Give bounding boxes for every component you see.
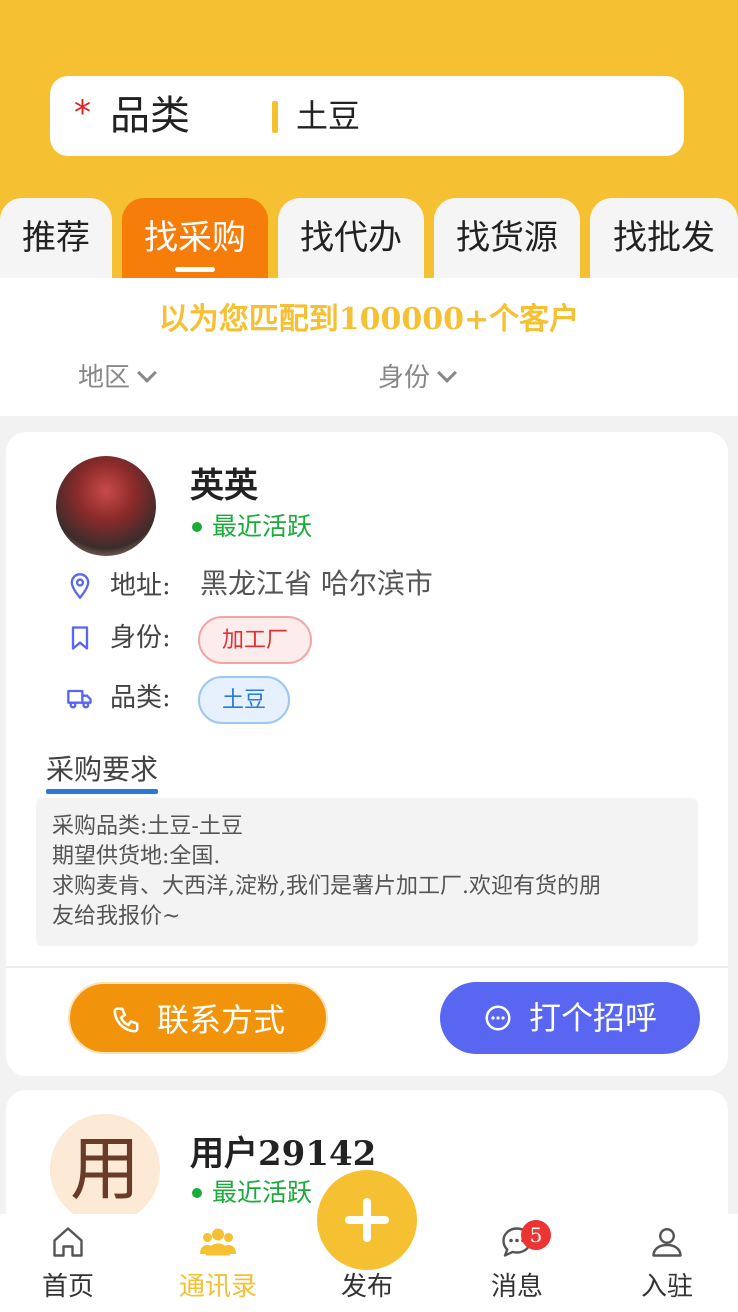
- status-dot-icon: [192, 1188, 202, 1198]
- requirement-line: 采购品类:土豆-土豆: [52, 814, 243, 839]
- requirement-title: 采购要求: [46, 752, 159, 794]
- nav-label: 消息: [490, 1272, 543, 1302]
- status-text: 最近活跃: [212, 512, 313, 541]
- contact-button[interactable]: 联系方式: [68, 982, 328, 1054]
- category-search-box[interactable]: * 品类 土豆: [50, 76, 684, 156]
- buyer-name: 英英: [190, 466, 258, 506]
- region-filter-label: 地区: [78, 363, 131, 393]
- greet-button[interactable]: 打个招呼: [440, 982, 700, 1054]
- nav-contacts[interactable]: 通讯录: [158, 1214, 278, 1312]
- buyer-name: 用户29142: [190, 1134, 377, 1174]
- category-value[interactable]: 土豆: [296, 98, 360, 134]
- nav-home[interactable]: 首页: [8, 1214, 128, 1312]
- nav-join[interactable]: 入驻: [607, 1214, 727, 1312]
- tab-recommend[interactable]: 推荐: [0, 198, 112, 278]
- identity-filter-label: 身份: [378, 363, 431, 393]
- nav-messages[interactable]: 5 消息: [457, 1214, 577, 1312]
- status-dot-icon: [192, 522, 202, 532]
- required-mark: *: [74, 93, 91, 133]
- truck-icon: [67, 689, 92, 709]
- tab-find-supply[interactable]: 找货源: [434, 198, 580, 278]
- requirement-title-text: 采购要求: [46, 753, 159, 786]
- chevron-down-icon: [137, 363, 157, 383]
- chat-bubble-icon: [485, 1005, 511, 1030]
- requirement-box: 采购品类:土豆-土豆 期望供货地:全国. 求购麦肯、大西洋,淀粉,我们是薯片加工…: [36, 798, 698, 946]
- tab-label: 找批发: [613, 218, 715, 258]
- category-label: 品类: [110, 93, 190, 139]
- nav-label: 入驻: [640, 1272, 693, 1302]
- identity-label: 身份:: [110, 623, 171, 653]
- bookmark-icon: [71, 626, 89, 650]
- nav-label: 首页: [41, 1272, 94, 1302]
- category-tabs: 推荐 找采购 找代办 找货源 找批发: [0, 198, 738, 278]
- buyer-card[interactable]: 英英 最近活跃 地址: 黑龙江省 哈尔滨市 身份: 加工厂 品类: 土豆 采购要…: [6, 432, 728, 1076]
- chevron-down-icon: [437, 363, 457, 383]
- nav-label: 通讯录: [178, 1272, 257, 1302]
- activity-status: 最近活跃: [192, 512, 312, 542]
- tab-label: 推荐: [22, 218, 90, 258]
- avatar: 用: [50, 1114, 160, 1224]
- nav-label: 发布: [340, 1272, 393, 1302]
- identity-tag: 加工厂: [198, 616, 312, 664]
- category-label: 品类:: [110, 683, 171, 713]
- address-label: 地址:: [110, 571, 171, 601]
- category-tag: 土豆: [198, 676, 290, 724]
- activity-status: 最近活跃: [192, 1178, 312, 1208]
- user-icon: [652, 1228, 682, 1257]
- requirement-line: 友给我报价~: [52, 904, 181, 929]
- phone-icon: [113, 1007, 139, 1032]
- requirement-line: 求购麦肯、大西洋,淀粉,我们是薯片加工厂.欢迎有货的朋: [52, 874, 601, 899]
- contacts-icon: [200, 1228, 236, 1256]
- tab-find-agent[interactable]: 找代办: [278, 198, 424, 278]
- status-text: 最近活跃: [212, 1178, 313, 1207]
- tab-label: 找采购: [144, 218, 246, 258]
- greet-button-label: 打个招呼: [528, 999, 657, 1037]
- tab-find-purchase[interactable]: 找采购: [122, 198, 268, 278]
- requirement-title-underline: [46, 789, 158, 794]
- filter-area: 以为您匹配到100000+个客户 地区 身份: [0, 278, 738, 416]
- unread-badge: 5: [521, 1220, 551, 1250]
- tab-find-wholesale[interactable]: 找批发: [590, 198, 738, 278]
- plus-icon-stem: [363, 1198, 371, 1242]
- avatar: [56, 456, 156, 556]
- tab-label: 找代办: [300, 218, 402, 258]
- identity-filter[interactable]: 身份: [378, 360, 457, 396]
- active-tab-indicator: [175, 267, 215, 272]
- match-count-text: 以为您匹配到100000+个客户: [158, 302, 580, 337]
- address-value: 黑龙江省 哈尔滨市: [200, 567, 433, 600]
- contact-button-label: 联系方式: [156, 1001, 285, 1039]
- region-filter[interactable]: 地区: [78, 360, 157, 396]
- home-icon: [53, 1227, 83, 1257]
- publish-button[interactable]: [317, 1170, 417, 1270]
- search-divider: [272, 101, 278, 133]
- requirement-line: 期望供货地:全国.: [52, 844, 221, 869]
- location-pin-icon: [70, 573, 90, 600]
- card-divider: [6, 966, 728, 968]
- tab-label: 找货源: [456, 218, 558, 258]
